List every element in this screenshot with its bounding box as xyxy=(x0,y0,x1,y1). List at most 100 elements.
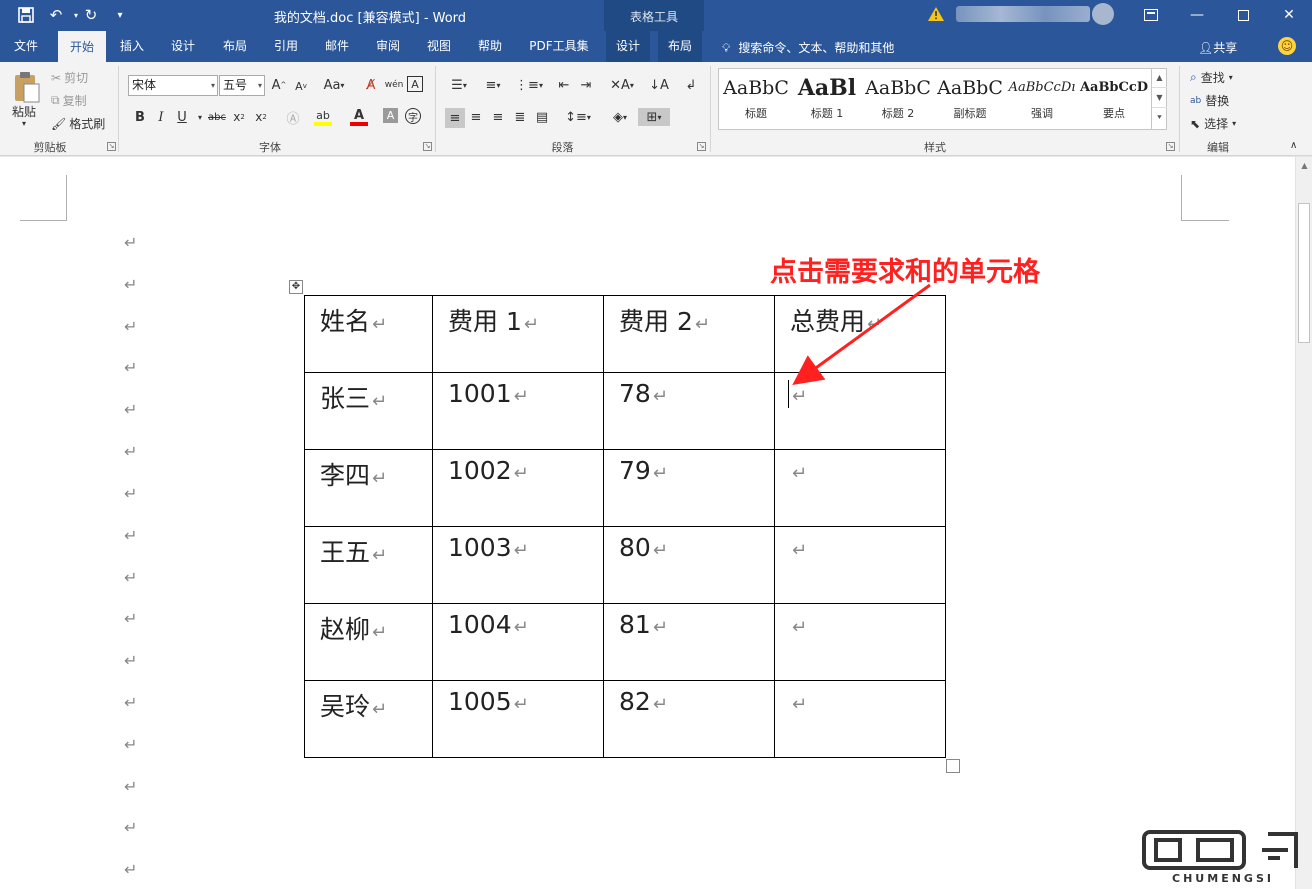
italic-icon[interactable]: I xyxy=(152,108,170,126)
grow-font-icon[interactable]: A ^ xyxy=(270,76,288,94)
align-left-icon[interactable]: ≡ xyxy=(445,108,465,128)
font-size-select[interactable]: 五号 ▾ xyxy=(219,75,265,96)
style-heading-1[interactable]: AaBl 标题 1 xyxy=(792,71,862,127)
sort-icon[interactable]: ↓A xyxy=(649,76,669,94)
multilevel-list-icon[interactable]: ⋮≡ ▾ xyxy=(514,76,544,94)
paste-dropdown-icon[interactable]: ▾ xyxy=(22,119,26,128)
tab-home[interactable]: 开始 xyxy=(58,31,106,62)
scroll-up-icon[interactable]: ▲ xyxy=(1296,157,1312,174)
format-painter-button[interactable]: 🖌︎ 格式刷 xyxy=(51,115,105,132)
maximize-icon[interactable] xyxy=(1220,0,1266,30)
warning-icon[interactable] xyxy=(928,7,944,21)
collapse-ribbon-icon[interactable]: ∧ xyxy=(1290,140,1297,151)
styles-scroll-up-icon[interactable]: ▲ xyxy=(1152,68,1167,88)
align-center-icon[interactable]: ≡ xyxy=(467,108,485,126)
table-cell[interactable]: 78 ↵ xyxy=(603,372,775,450)
account-name[interactable] xyxy=(956,6,1090,22)
highlight-color-icon[interactable]: ab xyxy=(314,108,332,126)
table-cell[interactable]: ↵ xyxy=(774,526,946,604)
tab-help[interactable]: 帮助 xyxy=(470,31,510,62)
tab-insert[interactable]: 插入 xyxy=(112,31,152,62)
table-cell[interactable]: ↵ xyxy=(774,680,946,758)
tab-layout[interactable]: 布局 xyxy=(215,31,255,62)
table-cell[interactable]: 79 ↵ xyxy=(603,449,775,527)
vertical-scrollbar[interactable]: ▲ xyxy=(1295,157,1312,889)
shading-icon[interactable]: ◈ ▾ xyxy=(606,108,634,126)
tab-references[interactable]: 引用 xyxy=(266,31,306,62)
strikethrough-icon[interactable]: abc xyxy=(206,108,228,126)
table-cell[interactable]: 李四 ↵ xyxy=(304,449,433,527)
minimize-icon[interactable]: — xyxy=(1174,0,1220,30)
paste-icon[interactable] xyxy=(12,70,42,104)
table-cell[interactable]: 1005 ↵ xyxy=(432,680,604,758)
select-button[interactable]: ⬉ 选择 ▾ xyxy=(1190,115,1236,132)
character-shading-icon[interactable]: A xyxy=(383,108,398,123)
table-cell[interactable]: 1004 ↵ xyxy=(432,603,604,681)
style-subtitle[interactable]: AaBbC 副标题 xyxy=(935,71,1005,127)
font-color-icon[interactable]: A xyxy=(350,108,368,126)
table-cell[interactable]: 80 ↵ xyxy=(603,526,775,604)
avatar[interactable] xyxy=(1092,3,1114,25)
text-effects-icon[interactable]: Ⓐ xyxy=(284,108,302,127)
font-launcher-icon[interactable]: ↘ xyxy=(423,142,432,151)
font-name-select[interactable]: 宋体 ▾ xyxy=(128,75,218,96)
table-cell[interactable]: 吴玲 ↵ xyxy=(304,680,433,758)
find-button[interactable]: ⌕ 查找 ▾ xyxy=(1190,69,1233,86)
table-cell-selected[interactable]: ↵ xyxy=(774,372,946,450)
character-border-icon[interactable]: A xyxy=(407,76,423,92)
increase-indent-icon[interactable]: ⇥ xyxy=(577,76,595,94)
table-cell[interactable]: 张三 ↵ xyxy=(304,372,433,450)
tab-design[interactable]: 设计 xyxy=(163,31,203,62)
numbering-icon[interactable]: ≡ ▾ xyxy=(478,76,508,94)
table-cell[interactable]: 费用 2 ↵ xyxy=(603,295,775,373)
clipboard-launcher-icon[interactable]: ↘ xyxy=(107,142,116,151)
tab-file[interactable]: 文件 xyxy=(4,31,48,62)
table-cell[interactable]: 赵柳 ↵ xyxy=(304,603,433,681)
table-cell[interactable]: 王五 ↵ xyxy=(304,526,433,604)
styles-more-icon[interactable]: ⯆ xyxy=(1152,108,1167,128)
change-case-icon[interactable]: Aa ▾ xyxy=(320,76,348,94)
style-emphasis[interactable]: AaBbCcDı 强调 xyxy=(1007,71,1077,127)
phonetic-guide-icon[interactable]: wén xyxy=(385,76,404,94)
tell-me-search[interactable]: 💡︎ 搜索命令、文本、帮助和其他 xyxy=(722,39,894,56)
show-formatting-marks-icon[interactable]: ↲ xyxy=(682,76,700,94)
table-cell[interactable]: 1003 ↵ xyxy=(432,526,604,604)
shrink-font-icon[interactable]: Av xyxy=(292,77,310,95)
styles-launcher-icon[interactable]: ↘ xyxy=(1166,142,1175,151)
style-strong[interactable]: AaBbCcD 要点 xyxy=(1079,71,1149,127)
tab-mailings[interactable]: 邮件 xyxy=(317,31,357,62)
style-heading[interactable]: AaBbC 标题 xyxy=(721,71,791,127)
table-move-handle-icon[interactable]: ✥ xyxy=(289,280,303,294)
tab-table-design[interactable]: 设计 xyxy=(606,31,650,62)
table-cell[interactable]: 82 ↵ xyxy=(603,680,775,758)
styles-scroll-down-icon[interactable]: ▼ xyxy=(1152,88,1167,108)
table-cell[interactable]: 1001 ↵ xyxy=(432,372,604,450)
bold-icon[interactable]: B xyxy=(131,108,149,126)
tab-view[interactable]: 视图 xyxy=(419,31,459,62)
line-spacing-icon[interactable]: ↕≡ ▾ xyxy=(564,108,592,126)
feedback-smiley-icon[interactable]: ☺ xyxy=(1278,37,1296,55)
table-resize-handle[interactable] xyxy=(946,759,960,773)
chinese-layout-icon[interactable]: ✕A ▾ xyxy=(608,76,636,94)
copy-button[interactable]: ⧉ 复制 xyxy=(51,92,87,109)
table-cell[interactable]: 81 ↵ xyxy=(603,603,775,681)
table-cell[interactable]: ↵ xyxy=(774,603,946,681)
close-icon[interactable]: ✕ xyxy=(1266,0,1312,30)
subscript-icon[interactable]: x2 xyxy=(230,108,248,126)
ribbon-display-options-icon[interactable] xyxy=(1128,0,1174,30)
table-cell[interactable]: 总费用 ↵ xyxy=(774,295,946,373)
underline-icon[interactable]: U xyxy=(173,108,191,126)
borders-icon[interactable]: ⊞ ▾ xyxy=(638,108,670,126)
share-button[interactable]: 👤︎共享 xyxy=(1198,39,1237,56)
paste-button[interactable]: 粘贴 xyxy=(12,103,36,120)
table-cell[interactable]: 1002 ↵ xyxy=(432,449,604,527)
tab-table-layout[interactable]: 布局 xyxy=(658,31,702,62)
scrollbar-thumb[interactable] xyxy=(1298,203,1310,343)
align-right-icon[interactable]: ≡ xyxy=(489,108,507,126)
enclose-characters-icon[interactable]: 字 xyxy=(405,108,421,124)
bullets-icon[interactable]: ☰ ▾ xyxy=(445,76,473,94)
paragraph-launcher-icon[interactable]: ↘ xyxy=(697,142,706,151)
tab-pdf-tools[interactable]: PDF工具集 xyxy=(520,31,598,62)
replace-button[interactable]: ab 替换 xyxy=(1190,92,1229,109)
tab-review[interactable]: 审阅 xyxy=(368,31,408,62)
